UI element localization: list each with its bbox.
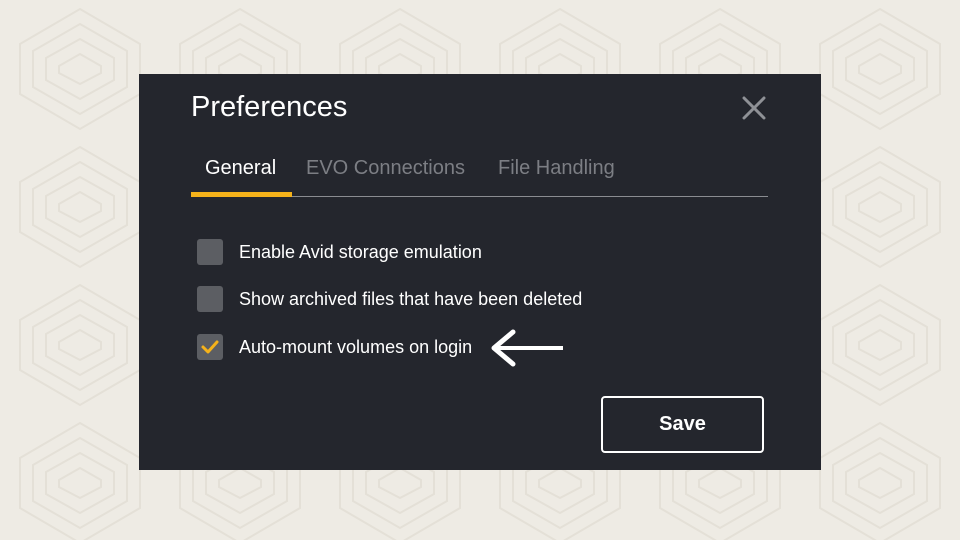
option-enable-avid-storage-emulation[interactable]: Enable Avid storage emulation [197,238,482,266]
tab-evo-connections[interactable]: EVO Connections [306,152,465,196]
tab-label: General [205,157,277,179]
left-arrow-icon [491,329,563,367]
checkbox[interactable] [197,239,223,265]
tab-bar: General EVO Connections File Handling [191,152,768,197]
tab-label: EVO Connections [306,157,465,179]
save-button[interactable]: Save [601,396,764,453]
preferences-dialog: Preferences General EVO Connections File… [139,74,821,470]
tab-label: File Handling [498,157,615,179]
option-show-archived-files[interactable]: Show archived files that have been delet… [197,285,582,313]
option-label: Auto-mount volumes on login [239,336,473,357]
checkmark-icon [201,340,219,354]
checkbox[interactable] [197,286,223,312]
dialog-title: Preferences [191,91,348,123]
option-label: Show archived files that have been delet… [239,288,583,309]
close-button[interactable] [739,93,769,123]
checkbox-checked[interactable] [197,334,223,360]
option-label: Enable Avid storage emulation [239,241,482,262]
tab-general[interactable]: General [205,152,276,196]
tab-file-handling[interactable]: File Handling [498,152,615,196]
active-tab-indicator [191,192,292,197]
option-auto-mount-volumes[interactable]: Auto-mount volumes on login [197,333,472,361]
close-icon [742,96,766,120]
